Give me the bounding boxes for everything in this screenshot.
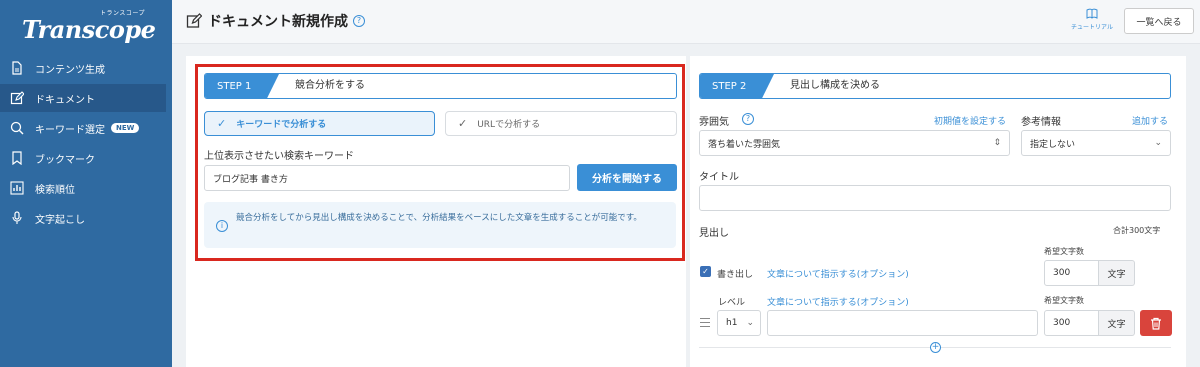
tone-reset-link[interactable]: 初期値を設定する — [934, 114, 1006, 127]
select-arrows-icon: ⇕ — [993, 138, 1001, 148]
intro-label: 書き出し — [717, 270, 754, 280]
chars-unit: 文字 — [1099, 260, 1135, 286]
heading-input[interactable] — [767, 310, 1038, 336]
step2-title: 見出し構成を決める — [790, 80, 880, 91]
tutorial-label: チュートリアル — [1071, 24, 1113, 31]
sidebar-item-label: 検索順位 — [35, 184, 75, 196]
reference-add-link[interactable]: 追加する — [1132, 114, 1168, 127]
level-label: レベル — [718, 298, 746, 308]
chevron-down-icon: ⌄ — [746, 318, 754, 328]
page-title: ドキュメント新規作成 — [208, 14, 348, 30]
desired-chars-label: 希望文字数 — [1044, 247, 1084, 256]
edit-icon — [10, 91, 24, 105]
title-label: タイトル — [699, 172, 739, 183]
sidebar-item-label: ドキュメント — [35, 94, 95, 106]
desired-chars-input[interactable]: 300 — [1044, 310, 1099, 336]
instruction-link[interactable]: 文章について指示する(オプション) — [767, 295, 909, 308]
sidebar-item-transcription[interactable]: 文字起こし — [0, 204, 172, 232]
drag-handle-icon[interactable] — [700, 318, 710, 330]
book-icon — [1086, 8, 1098, 19]
add-heading-icon[interactable]: + — [930, 342, 941, 353]
desired-chars-label: 希望文字数 — [1044, 296, 1084, 305]
help-icon[interactable]: ? — [353, 15, 365, 27]
total-chars: 合計300文字 — [1113, 226, 1161, 235]
logo[interactable]: トランスコープ Transcope — [22, 6, 156, 46]
instruction-link[interactable]: 文章について指示する(オプション) — [767, 267, 909, 280]
file-icon — [10, 61, 24, 75]
sidebar-item-content-generation[interactable]: コンテンツ生成 — [0, 54, 172, 82]
tone-select[interactable]: 落ち着いた雰囲気 ⇕ — [699, 130, 1010, 156]
edit-icon — [186, 13, 202, 28]
trash-icon — [1151, 317, 1161, 330]
reference-select[interactable]: 指定しない ⌄ — [1021, 130, 1171, 156]
sidebar-item-search-ranking[interactable]: 検索順位 — [0, 174, 172, 202]
logo-text: Transcope — [22, 15, 156, 44]
tutorial-link[interactable]: チュートリアル — [1064, 8, 1120, 31]
sidebar-item-document[interactable]: ドキュメント — [0, 84, 166, 112]
new-badge: NEW — [111, 123, 140, 133]
desired-chars-value: 300 — [1053, 318, 1071, 328]
chars-unit: 文字 — [1099, 310, 1135, 336]
sidebar-item-bookmark[interactable]: ブックマーク — [0, 144, 172, 172]
sidebar-item-label: ブックマーク — [35, 154, 95, 166]
chevron-down-icon: ⌄ — [1154, 138, 1162, 148]
sidebar-item-label: コンテンツ生成 — [35, 64, 105, 76]
tone-help-icon[interactable]: ? — [742, 113, 754, 125]
reference-value: 指定しない — [1030, 139, 1076, 150]
header: ドキュメント新規作成 ? チュートリアル 一覧へ戻る — [172, 0, 1200, 44]
delete-heading-button[interactable] — [1140, 310, 1172, 336]
desired-chars-input[interactable]: 300 — [1044, 260, 1099, 286]
highlight-box — [195, 64, 685, 261]
sidebar-item-keyword-selection[interactable]: キーワード選定 NEW — [0, 114, 172, 142]
intro-checkbox[interactable]: ✓ — [700, 266, 711, 277]
level-value: h1 — [726, 318, 738, 328]
mic-icon — [10, 211, 24, 225]
bookmark-icon — [10, 151, 24, 165]
tone-label: 雰囲気 — [699, 117, 729, 128]
back-to-list-button[interactable]: 一覧へ戻る — [1124, 8, 1194, 34]
chart-icon — [10, 181, 24, 195]
search-icon — [10, 121, 24, 135]
step2-label: STEP 2 — [700, 74, 774, 98]
sidebar-item-label: 文字起こし — [35, 214, 85, 226]
tone-value: 落ち着いた雰囲気 — [708, 139, 781, 150]
level-select[interactable]: h1 ⌄ — [717, 310, 761, 336]
sidebar-item-label: キーワード選定 — [35, 124, 105, 136]
title-input[interactable] — [699, 185, 1171, 211]
heading-label: 見出し — [699, 228, 729, 239]
desired-chars-value: 300 — [1053, 268, 1071, 278]
page-title-group: ドキュメント新規作成 ? — [186, 11, 365, 31]
reference-label: 参考情報 — [1021, 117, 1061, 128]
sidebar: トランスコープ Transcope コンテンツ生成 ドキュメント キーワード選定… — [0, 0, 172, 367]
step2-header: STEP 2 見出し構成を決める — [699, 73, 1171, 99]
sidebar-nav: コンテンツ生成 ドキュメント キーワード選定 NEW ブックマーク 検索順位 文… — [0, 54, 172, 234]
